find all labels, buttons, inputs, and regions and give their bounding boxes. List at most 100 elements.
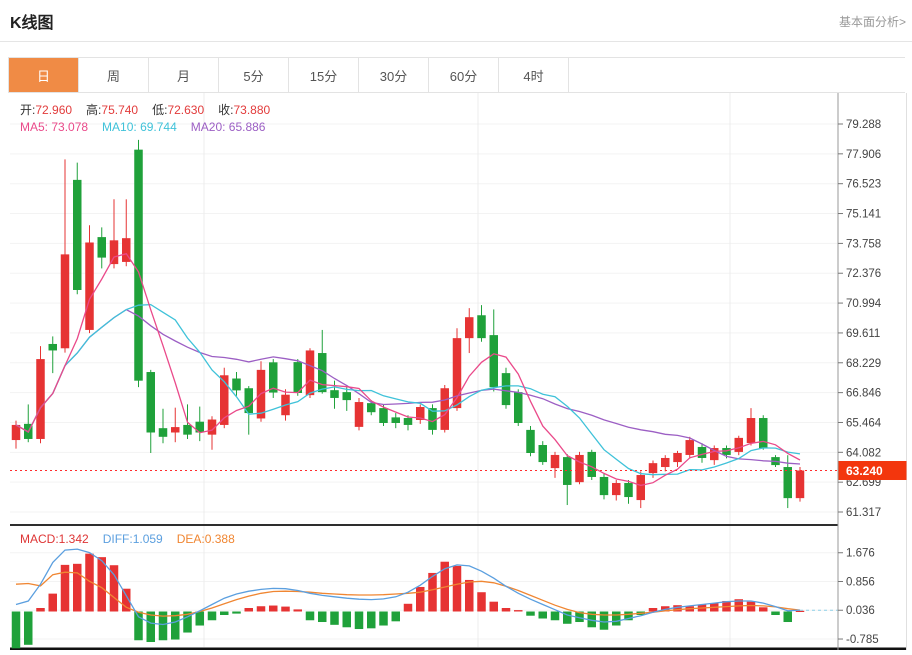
macd-bar-18[interactable] (232, 612, 241, 614)
macd-bar-61[interactable] (759, 607, 768, 611)
macd-bar-25[interactable] (318, 612, 327, 623)
macd-bar-11[interactable] (147, 612, 156, 643)
candle-31[interactable] (392, 413, 401, 428)
candle-17[interactable] (220, 368, 229, 428)
candle-51[interactable] (637, 471, 646, 508)
candle-15[interactable] (196, 407, 205, 442)
tab-6[interactable]: 60分 (429, 58, 499, 92)
candle-24[interactable] (306, 348, 315, 398)
candle-45[interactable] (563, 454, 572, 505)
macd-bar-23[interactable] (294, 609, 303, 611)
candle-54[interactable] (673, 451, 682, 467)
tab-4[interactable]: 15分 (289, 58, 359, 92)
candle-61[interactable] (759, 415, 768, 450)
macd-bar-29[interactable] (367, 612, 376, 629)
candle-10[interactable] (134, 140, 143, 387)
candle-1[interactable] (24, 404, 33, 442)
macd-bar-40[interactable] (502, 608, 511, 612)
candle-47[interactable] (588, 450, 597, 480)
candle-6[interactable] (85, 225, 94, 333)
macd-bar-30[interactable] (379, 612, 388, 626)
candle-33[interactable] (416, 404, 425, 423)
macd-bar-32[interactable] (404, 604, 413, 612)
tab-2[interactable]: 月 (149, 58, 219, 92)
fundamental-analysis-link[interactable]: 基本面分析> (839, 13, 906, 30)
macd-bar-37[interactable] (465, 580, 474, 612)
candle-9[interactable] (122, 199, 131, 266)
candle-28[interactable] (355, 398, 364, 430)
tabbar-filler (569, 58, 905, 92)
macd-bar-41[interactable] (514, 610, 523, 611)
candle-64[interactable] (796, 467, 805, 502)
candle-40[interactable] (502, 368, 511, 409)
macd-bar-0[interactable] (12, 612, 21, 649)
macd-bar-26[interactable] (330, 612, 339, 625)
macd-bar-3[interactable] (49, 594, 58, 612)
macd-bar-2[interactable] (36, 608, 45, 612)
tab-3[interactable]: 5分 (219, 58, 289, 92)
macd-bar-63[interactable] (784, 612, 793, 623)
macd-bar-24[interactable] (306, 612, 315, 621)
candle-44[interactable] (551, 452, 560, 478)
macd-bar-39[interactable] (490, 602, 499, 612)
candle-49[interactable] (612, 480, 621, 501)
candle-4[interactable] (61, 159, 70, 352)
macd-bar-44[interactable] (551, 612, 560, 621)
macd-bar-60[interactable] (747, 602, 756, 612)
macd-bar-33[interactable] (416, 587, 425, 612)
macd-bar-5[interactable] (73, 564, 82, 612)
diff-line (16, 549, 800, 624)
macd-bar-20[interactable] (257, 606, 266, 611)
macd-bar-16[interactable] (208, 612, 217, 621)
candle-11[interactable] (147, 370, 156, 453)
macd-bar-27[interactable] (343, 612, 352, 628)
candle-37[interactable] (465, 308, 474, 353)
chart-area[interactable]: 79.28877.90676.52375.14173.75872.37670.9… (10, 93, 907, 650)
candle-5[interactable] (73, 163, 82, 295)
macd-bar-1[interactable] (24, 612, 33, 645)
candle-46[interactable] (575, 452, 584, 484)
candle-27[interactable] (343, 387, 352, 411)
candle-21[interactable] (269, 359, 278, 398)
macd-bar-36[interactable] (453, 566, 462, 612)
candles-group (12, 140, 805, 508)
candle-38[interactable] (477, 305, 486, 342)
candle-13[interactable] (171, 408, 180, 443)
candle-7[interactable] (98, 227, 107, 268)
macd-bar-49[interactable] (612, 612, 621, 626)
candle-0[interactable] (12, 421, 21, 449)
macd-bar-15[interactable] (196, 612, 205, 626)
last-price-badge-text: 63.240 (846, 464, 883, 478)
tab-5[interactable]: 30分 (359, 58, 429, 92)
macd-bar-64[interactable] (796, 611, 805, 612)
candle-3[interactable] (49, 336, 58, 373)
candle-43[interactable] (539, 441, 548, 465)
candle-12[interactable] (159, 409, 168, 444)
candle-53[interactable] (661, 455, 670, 471)
macd-bar-21[interactable] (269, 606, 278, 612)
macd-bar-7[interactable] (98, 557, 107, 611)
macd-bar-38[interactable] (477, 592, 486, 611)
candle-41[interactable] (514, 389, 523, 426)
candle-39[interactable] (490, 309, 499, 391)
tab-1[interactable]: 周 (79, 58, 149, 92)
macd-bar-19[interactable] (245, 608, 254, 612)
tab-7[interactable]: 4时 (499, 58, 569, 92)
macd-tick-0: 1.676 (846, 548, 875, 560)
macd-bar-31[interactable] (392, 612, 401, 622)
macd-bar-42[interactable] (526, 612, 535, 616)
candle-42[interactable] (526, 426, 535, 456)
kline-svg[interactable]: 79.28877.90676.52375.14173.75872.37670.9… (10, 93, 907, 650)
macd-bar-62[interactable] (771, 612, 780, 616)
macd-bar-17[interactable] (220, 612, 229, 616)
macd-bar-22[interactable] (281, 607, 290, 612)
candle-48[interactable] (600, 474, 609, 500)
macd-bar-28[interactable] (355, 612, 364, 630)
tab-0[interactable]: 日 (9, 58, 79, 92)
candle-16[interactable] (208, 416, 217, 449)
price-tick-0: 79.288 (846, 119, 881, 131)
macd-bar-43[interactable] (539, 612, 548, 619)
candle-60[interactable] (747, 408, 756, 445)
candle-2[interactable] (36, 346, 45, 443)
candle-50[interactable] (624, 480, 633, 504)
